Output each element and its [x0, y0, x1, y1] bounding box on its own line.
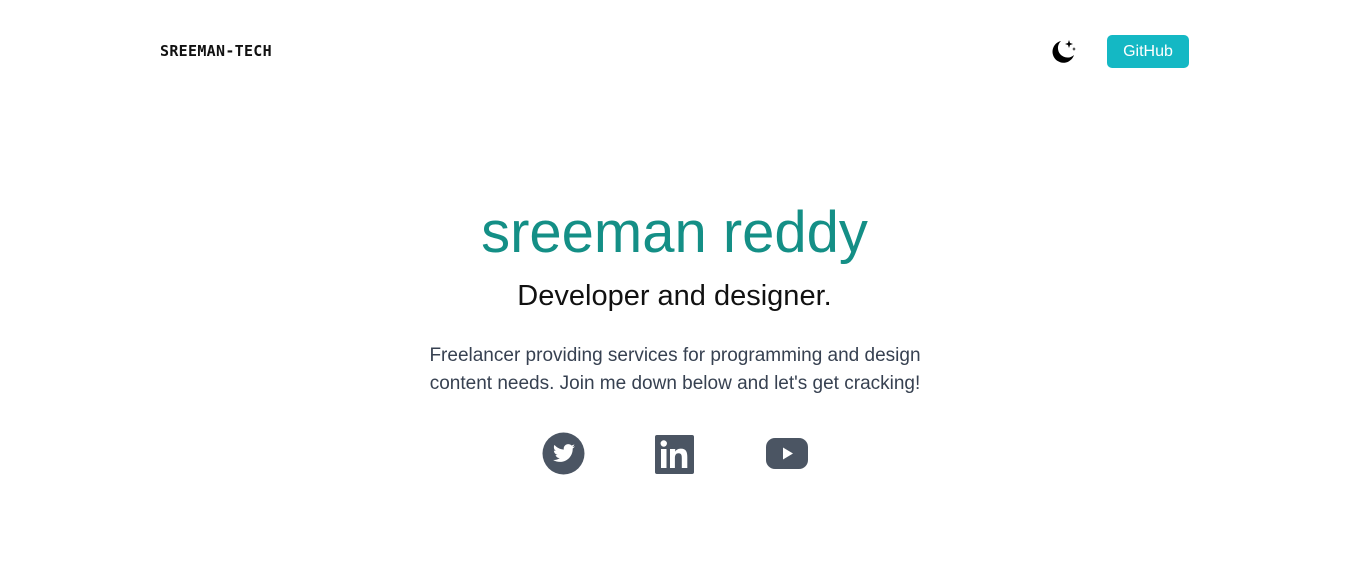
brand-logo[interactable]: SREEMAN-TECH: [160, 41, 272, 61]
theme-toggle-button[interactable]: [1048, 38, 1078, 66]
hero-name: sreeman reddy: [481, 200, 868, 265]
hero-description: Freelancer providing services for progra…: [429, 345, 921, 394]
hero-role: Developer and designer.: [517, 280, 832, 312]
youtube-icon: [766, 438, 808, 469]
linkedin-link[interactable]: [655, 435, 694, 479]
moon-stars-icon: [1052, 40, 1076, 63]
youtube-link[interactable]: [766, 438, 808, 482]
site-header: SREEMAN-TECH GitHub: [0, 0, 1349, 100]
twitter-link[interactable]: [542, 432, 585, 476]
twitter-icon: [542, 432, 585, 475]
linkedin-icon: [655, 435, 694, 474]
github-button[interactable]: GitHub: [1107, 35, 1189, 68]
